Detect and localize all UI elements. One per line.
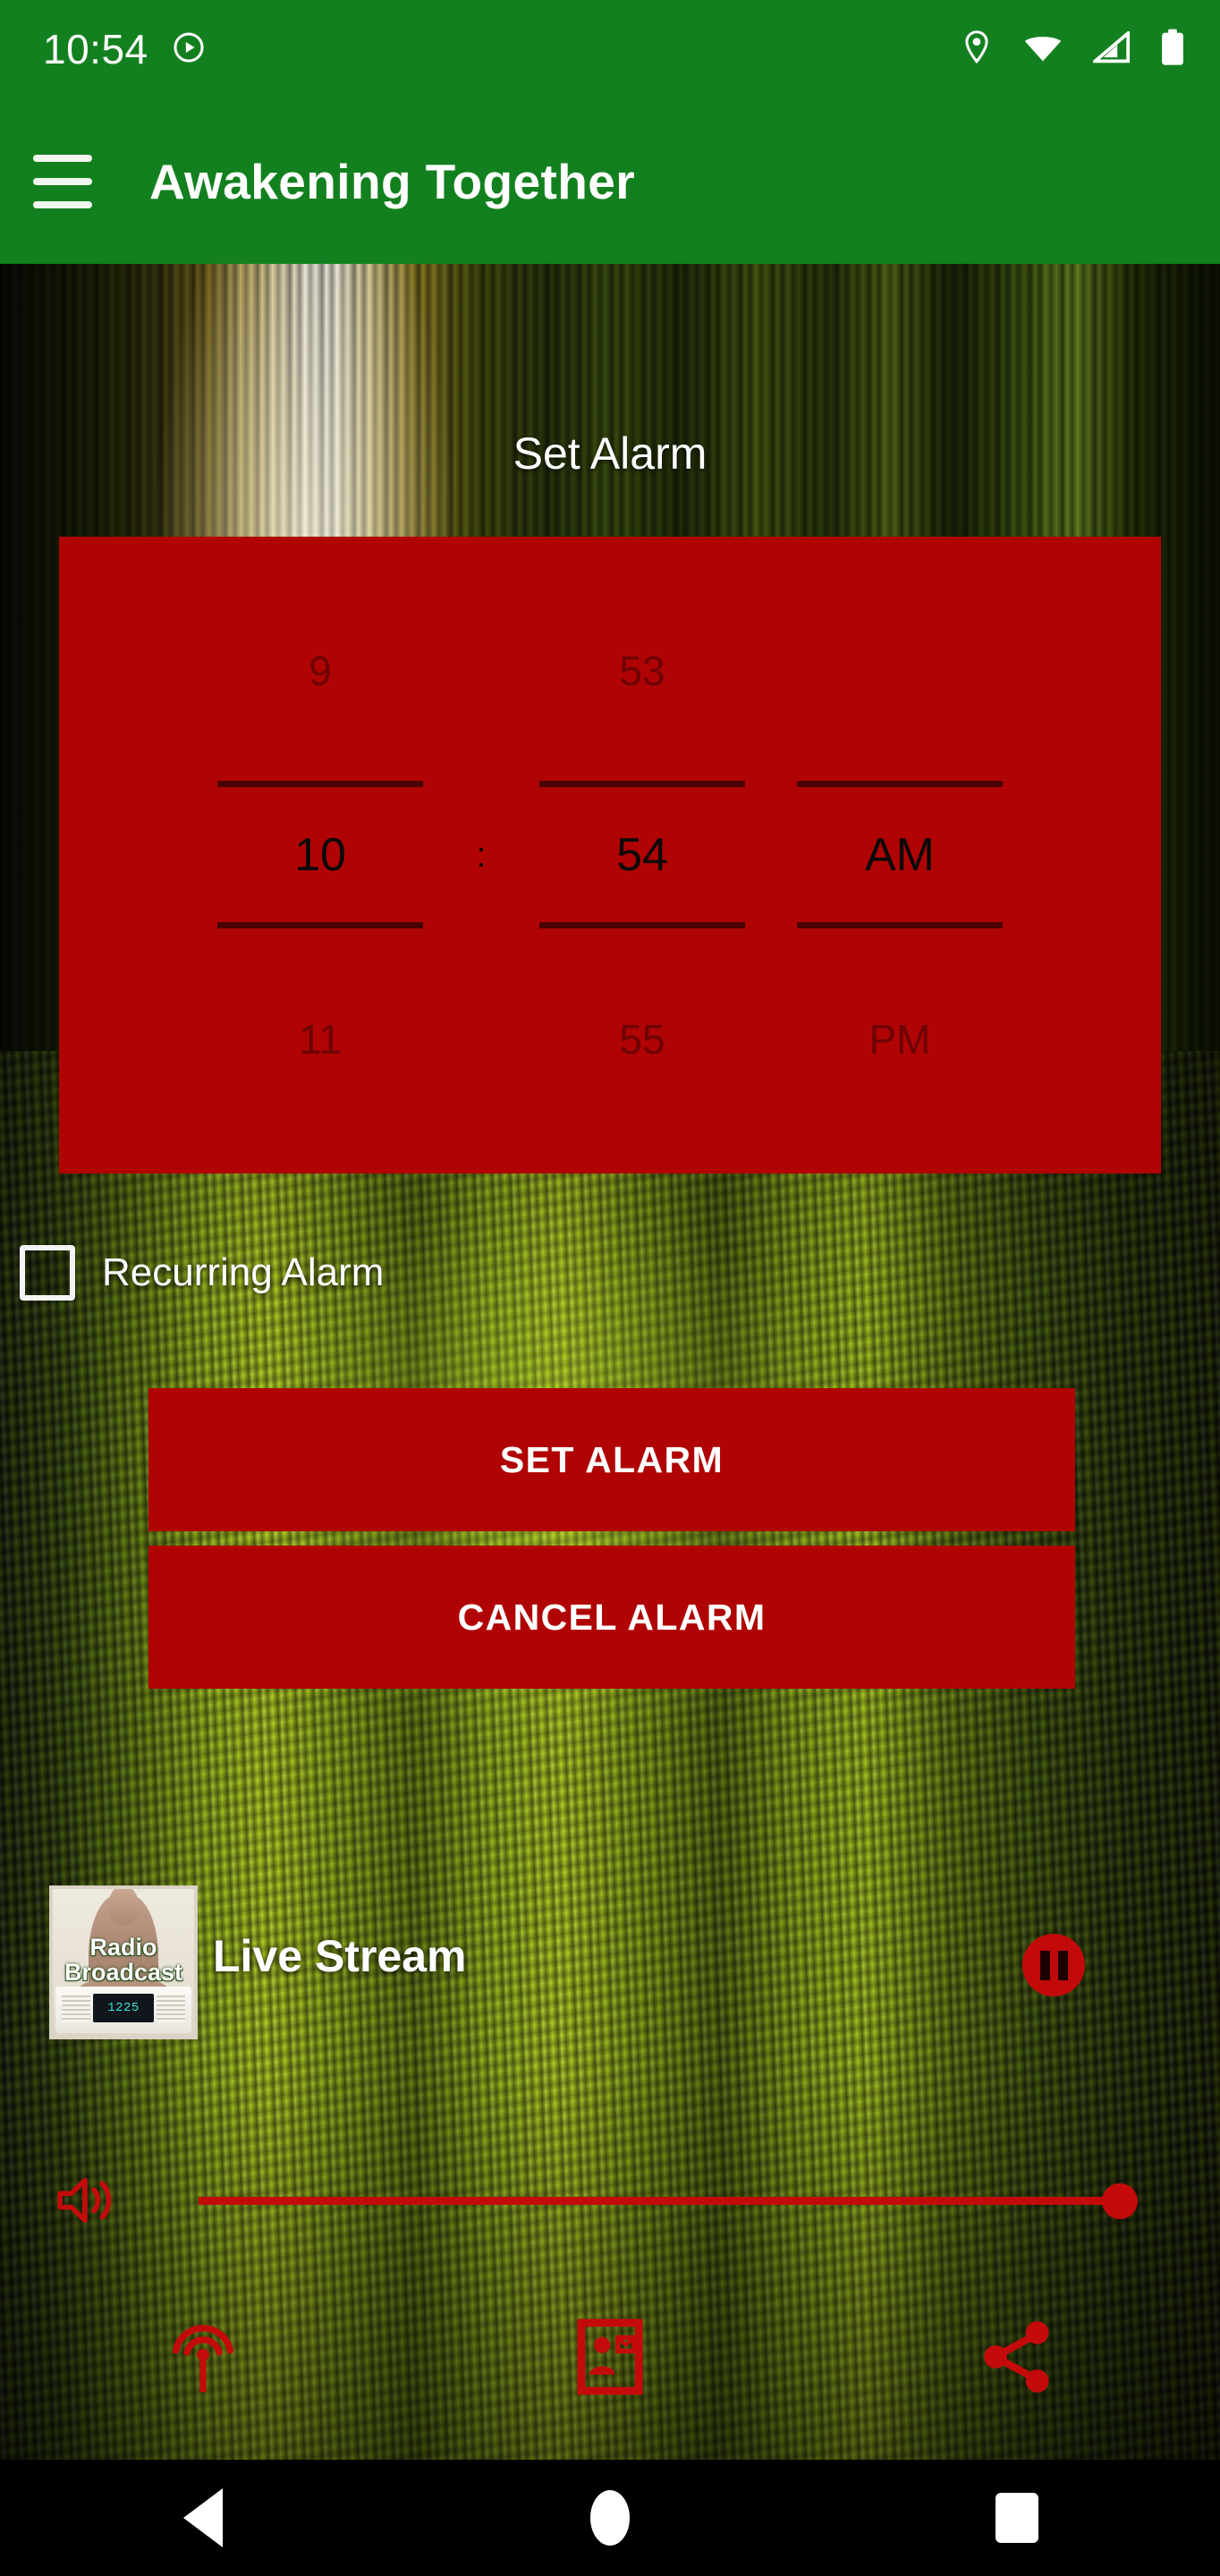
contact-card-icon[interactable] — [407, 2318, 814, 2396]
volume-up-icon[interactable] — [55, 2173, 123, 2233]
status-bar: 10:54 — [0, 0, 1220, 98]
picker-row-previous[interactable]: 9 53 — [59, 604, 1161, 738]
recurring-alarm-checkbox[interactable] — [20, 1245, 75, 1301]
picker-row-selected[interactable]: 10 : 54 AM — [59, 788, 1161, 922]
status-bar-left: 10:54 — [43, 25, 206, 73]
picker-minute-next[interactable]: 55 — [513, 1015, 771, 1063]
album-art-caption-line1: Radio — [89, 1934, 157, 1961]
hamburger-menu-icon[interactable] — [33, 154, 92, 208]
app-bar: Awakening Together — [0, 98, 1220, 264]
broadcast-icon[interactable] — [0, 2317, 407, 2397]
app-screen: 10:54 Awakening Together Set Alarm 9 53 … — [0, 0, 1220, 2576]
album-art-caption: Radio Broadcast — [53, 1934, 194, 1986]
set-alarm-button[interactable]: SET ALARM — [148, 1388, 1075, 1531]
picker-gap-bottom — [59, 929, 1161, 972]
set-alarm-heading: Set Alarm — [513, 428, 707, 479]
share-icon[interactable] — [813, 2318, 1220, 2396]
album-art-caption-line2: Broadcast — [64, 1958, 183, 1986]
picker-rule-bottom — [59, 922, 1161, 929]
volume-slider-track[interactable] — [199, 2197, 1114, 2205]
volume-row — [0, 2160, 1220, 2241]
status-bar-right — [961, 29, 1184, 71]
page-title: Awakening Together — [149, 153, 636, 209]
system-navigation-bar — [0, 2460, 1220, 2576]
cellular-signal-icon — [1090, 29, 1131, 68]
volume-slider-thumb[interactable] — [1102, 2183, 1138, 2219]
radio-display-digits: 1225 — [107, 2001, 140, 2015]
recurring-alarm-label: Recurring Alarm — [102, 1250, 385, 1294]
stream-title: Live Stream — [213, 1931, 467, 1981]
wifi-icon — [1023, 32, 1063, 67]
radio-device-icon: 1225 — [55, 1987, 191, 2033]
picker-row-next[interactable]: 11 55 PM — [59, 972, 1161, 1106]
home-button[interactable] — [407, 2490, 814, 2546]
picker-hour-previous[interactable]: 9 — [191, 647, 449, 695]
picker-rule-meridiem-top — [771, 781, 1029, 788]
recents-button[interactable] — [813, 2493, 1220, 2543]
picker-rule-minute-bottom — [513, 922, 771, 929]
picker-minute-previous[interactable]: 53 — [513, 647, 771, 695]
picker-gap-top — [59, 738, 1161, 781]
picker-rule-meridiem-bottom — [771, 922, 1029, 929]
picker-minute-selected[interactable]: 54 — [513, 828, 771, 882]
bottom-action-bar — [0, 2299, 1220, 2415]
play-circle-icon — [172, 30, 206, 69]
picker-hour-next[interactable]: 11 — [191, 1015, 449, 1063]
album-art[interactable]: 1225 Radio Broadcast — [49, 1885, 198, 2039]
back-button[interactable] — [0, 2488, 407, 2547]
cancel-alarm-button[interactable]: CANCEL ALARM — [148, 1546, 1075, 1689]
radio-speaker-grill-left — [62, 1996, 90, 2022]
location-pin-icon — [961, 30, 993, 70]
picker-rule-sep-top — [449, 781, 513, 788]
battery-icon — [1161, 29, 1184, 71]
picker-rule-minute-top — [513, 781, 771, 788]
picker-meridiem-selected[interactable]: AM — [771, 828, 1029, 882]
pause-icon[interactable] — [1022, 1934, 1085, 1996]
picker-meridiem-next[interactable]: PM — [771, 1015, 1029, 1063]
picker-rule-hour-top — [191, 781, 449, 788]
radio-display: 1225 — [93, 1994, 154, 2022]
radio-speaker-grill-right — [157, 1996, 185, 2022]
picker-rule-hour-bottom — [191, 922, 449, 929]
picker-hour-selected[interactable]: 10 — [191, 828, 449, 882]
time-picker[interactable]: 9 53 10 : 54 AM 11 55 PM — [59, 537, 1161, 1174]
player-row: 1225 Radio Broadcast Live Stream — [0, 1878, 1220, 2048]
picker-separator: : — [476, 835, 487, 875]
picker-rule-sep-bottom — [449, 922, 513, 929]
status-clock: 10:54 — [43, 26, 148, 72]
picker-rule-top — [59, 781, 1161, 788]
recurring-alarm-row[interactable]: Recurring Alarm — [20, 1245, 384, 1301]
